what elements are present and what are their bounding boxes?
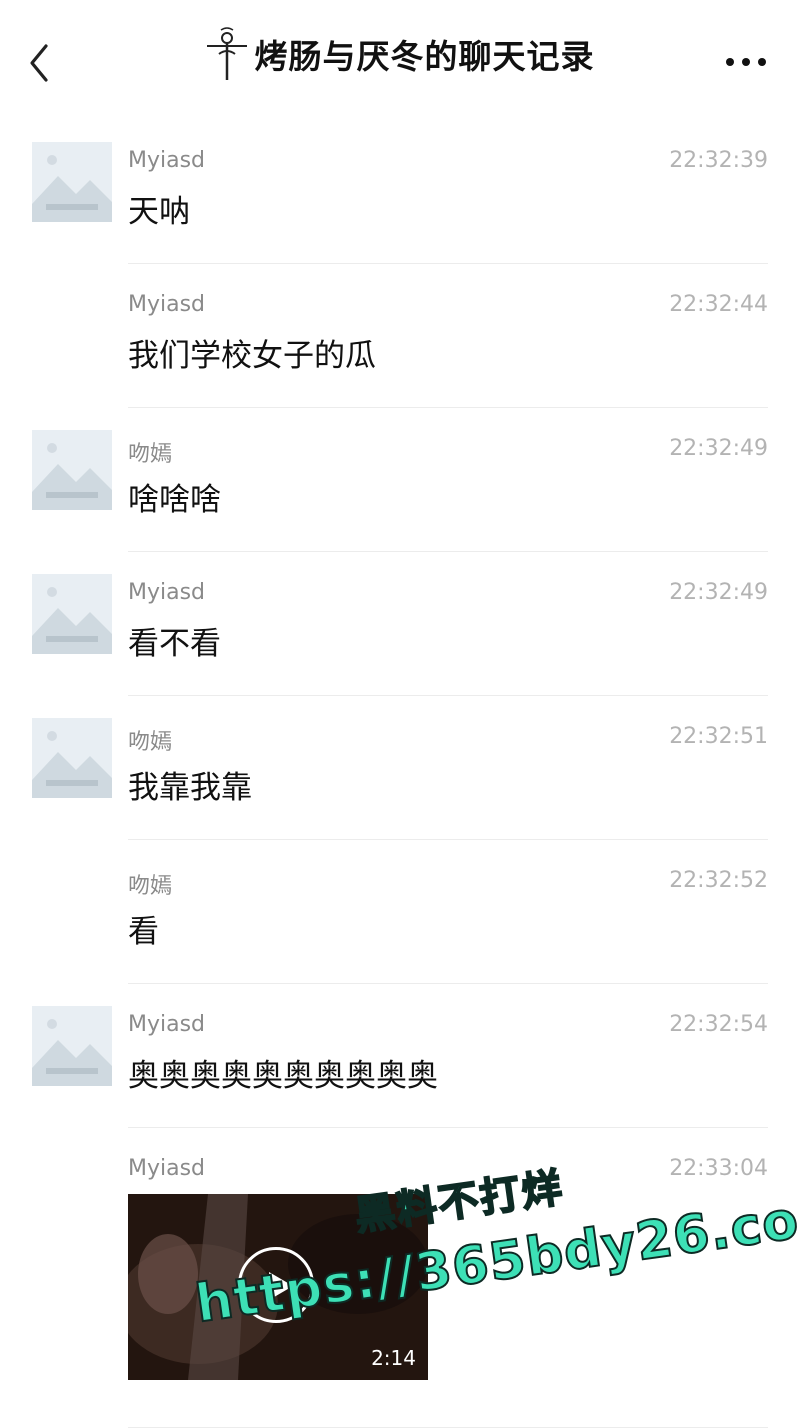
profile-emblem-icon	[207, 27, 248, 80]
sender-name: Myiasd	[128, 292, 206, 317]
sender-name: Myiasd	[128, 148, 206, 173]
video-message[interactable]: Myiasd 22:33:04 2:14	[0, 1128, 800, 1428]
message-text: 天呐	[128, 194, 190, 230]
image-placeholder-icon	[32, 718, 112, 798]
play-icon[interactable]	[238, 1247, 314, 1323]
video-duration: 2:14	[371, 1346, 416, 1370]
message-time: 22:33:04	[669, 1156, 768, 1181]
list-item[interactable]: Myiasd 22:32:49 看不看	[0, 552, 800, 696]
list-item[interactable]: 吻嫣 22:32:51 我靠我靠	[0, 696, 800, 840]
sender-name: 吻嫣	[128, 874, 173, 899]
image-placeholder-icon	[32, 574, 112, 654]
list-item[interactable]: Myiasd 22:32:54 奥奥奥奥奥奥奥奥奥奥	[0, 984, 800, 1128]
more-options-button[interactable]	[726, 54, 766, 70]
avatar[interactable]	[32, 718, 112, 798]
list-item[interactable]: Myiasd 22:32:39 天呐	[0, 120, 800, 264]
message-time: 22:32:49	[669, 580, 768, 605]
video-thumbnail[interactable]: 2:14	[128, 1194, 428, 1380]
message-time: 22:32:54	[669, 1012, 768, 1037]
sender-name: Myiasd	[128, 1156, 206, 1181]
message-text: 奥奥奥奥奥奥奥奥奥奥	[128, 1058, 438, 1094]
image-placeholder-icon	[32, 142, 112, 222]
message-time: 22:32:49	[669, 436, 768, 461]
avatar[interactable]	[32, 1006, 112, 1086]
chat-history-header: 烤肠与厌冬的聊天记录	[0, 0, 800, 120]
message-text: 我靠我靠	[128, 770, 252, 806]
avatar[interactable]	[32, 574, 112, 654]
message-text: 看	[128, 914, 159, 950]
avatar[interactable]	[32, 430, 112, 510]
message-text: 啥啥啥	[128, 482, 221, 518]
message-text: 我们学校女子的瓜	[128, 338, 376, 374]
image-placeholder-icon	[32, 1006, 112, 1086]
sender-name: Myiasd	[128, 580, 206, 605]
message-time: 22:32:51	[669, 724, 768, 749]
list-item[interactable]: 吻嫣 22:32:49 啥啥啥	[0, 408, 800, 552]
message-list[interactable]: Myiasd 22:32:39 天呐 Myiasd 22:32:44 我们学校女…	[0, 120, 800, 1428]
message-time: 22:32:44	[669, 292, 768, 317]
message-time: 22:32:39	[669, 148, 768, 173]
message-text: 看不看	[128, 626, 221, 662]
page-title: 烤肠与厌冬的聊天记录	[254, 37, 595, 76]
message-time: 22:32:52	[669, 868, 768, 893]
list-item[interactable]: 吻嫣 22:32:52 看	[0, 840, 800, 984]
image-placeholder-icon	[32, 430, 112, 510]
list-item[interactable]: Myiasd 22:32:44 我们学校女子的瓜	[0, 264, 800, 408]
sender-name: 吻嫣	[128, 730, 173, 755]
sender-name: 吻嫣	[128, 442, 173, 467]
avatar[interactable]	[32, 142, 112, 222]
sender-name: Myiasd	[128, 1012, 206, 1037]
